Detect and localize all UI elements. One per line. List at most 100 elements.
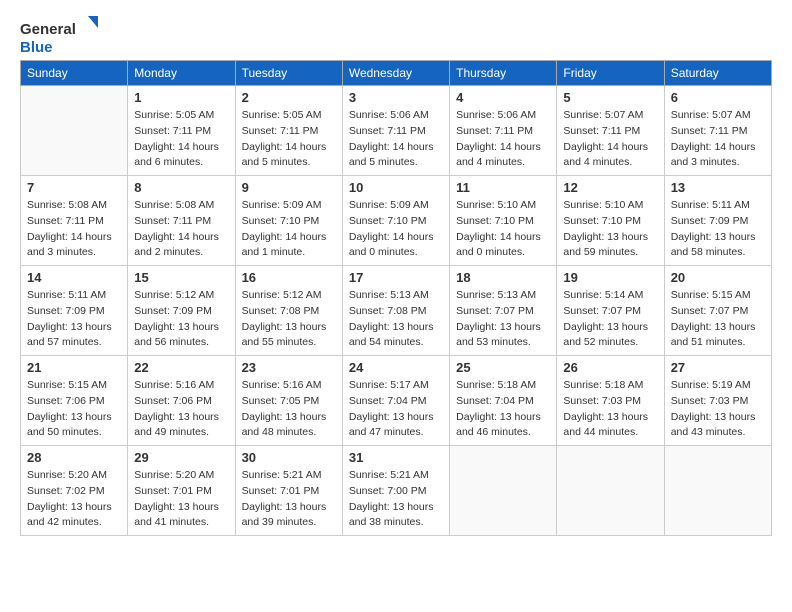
col-header-wednesday: Wednesday (342, 61, 449, 86)
calendar-cell (557, 446, 664, 536)
day-number: 30 (242, 450, 336, 465)
day-info: Sunrise: 5:19 AMSunset: 7:03 PMDaylight:… (671, 378, 765, 441)
day-number: 9 (242, 180, 336, 195)
day-number: 18 (456, 270, 550, 285)
calendar-cell: 20 Sunrise: 5:15 AMSunset: 7:07 PMDayligh… (664, 266, 771, 356)
calendar-cell: 15 Sunrise: 5:12 AMSunset: 7:09 PMDayligh… (128, 266, 235, 356)
day-number: 12 (563, 180, 657, 195)
col-header-thursday: Thursday (450, 61, 557, 86)
day-number: 16 (242, 270, 336, 285)
calendar-table: SundayMondayTuesdayWednesdayThursdayFrid… (20, 60, 772, 536)
day-info: Sunrise: 5:21 AMSunset: 7:00 PMDaylight:… (349, 468, 443, 531)
day-number: 24 (349, 360, 443, 375)
col-header-friday: Friday (557, 61, 664, 86)
calendar-cell: 1 Sunrise: 5:05 AMSunset: 7:11 PMDaylight… (128, 86, 235, 176)
day-number: 17 (349, 270, 443, 285)
day-info: Sunrise: 5:09 AMSunset: 7:10 PMDaylight:… (242, 198, 336, 261)
week-row-1: 1 Sunrise: 5:05 AMSunset: 7:11 PMDaylight… (21, 86, 772, 176)
day-info: Sunrise: 5:12 AMSunset: 7:09 PMDaylight:… (134, 288, 228, 351)
svg-text:Blue: Blue (20, 39, 53, 56)
day-number: 4 (456, 90, 550, 105)
day-number: 28 (27, 450, 121, 465)
col-header-tuesday: Tuesday (235, 61, 342, 86)
day-number: 11 (456, 180, 550, 195)
calendar-cell: 14 Sunrise: 5:11 AMSunset: 7:09 PMDayligh… (21, 266, 128, 356)
day-info: Sunrise: 5:16 AMSunset: 7:06 PMDaylight:… (134, 378, 228, 441)
calendar-cell: 11 Sunrise: 5:10 AMSunset: 7:10 PMDayligh… (450, 176, 557, 266)
calendar-cell: 13 Sunrise: 5:11 AMSunset: 7:09 PMDayligh… (664, 176, 771, 266)
day-info: Sunrise: 5:07 AMSunset: 7:11 PMDaylight:… (563, 108, 657, 171)
day-number: 26 (563, 360, 657, 375)
calendar-cell: 27 Sunrise: 5:19 AMSunset: 7:03 PMDayligh… (664, 356, 771, 446)
calendar-cell: 3 Sunrise: 5:06 AMSunset: 7:11 PMDaylight… (342, 86, 449, 176)
day-number: 25 (456, 360, 550, 375)
day-number: 13 (671, 180, 765, 195)
day-info: Sunrise: 5:12 AMSunset: 7:08 PMDaylight:… (242, 288, 336, 351)
col-header-monday: Monday (128, 61, 235, 86)
day-info: Sunrise: 5:10 AMSunset: 7:10 PMDaylight:… (456, 198, 550, 261)
day-number: 29 (134, 450, 228, 465)
day-number: 5 (563, 90, 657, 105)
day-info: Sunrise: 5:13 AMSunset: 7:08 PMDaylight:… (349, 288, 443, 351)
week-row-4: 21Sunrise: 5:15 AMSunset: 7:06 PMDayligh… (21, 356, 772, 446)
week-row-5: 28 Sunrise: 5:20 AMSunset: 7:02 PMDayligh… (21, 446, 772, 536)
calendar-cell: 23Sunrise: 5:16 AMSunset: 7:05 PMDayligh… (235, 356, 342, 446)
day-info: Sunrise: 5:05 AMSunset: 7:11 PMDaylight:… (242, 108, 336, 171)
calendar-cell: 17 Sunrise: 5:13 AMSunset: 7:08 PMDayligh… (342, 266, 449, 356)
day-info: Sunrise: 5:08 AMSunset: 7:11 PMDaylight:… (27, 198, 121, 261)
day-number: 6 (671, 90, 765, 105)
calendar-cell: 25 Sunrise: 5:18 AMSunset: 7:04 PMDayligh… (450, 356, 557, 446)
day-info: Sunrise: 5:11 AMSunset: 7:09 PMDaylight:… (671, 198, 765, 261)
day-number: 3 (349, 90, 443, 105)
day-number: 15 (134, 270, 228, 285)
day-info: Sunrise: 5:08 AMSunset: 7:11 PMDaylight:… (134, 198, 228, 261)
week-row-3: 14 Sunrise: 5:11 AMSunset: 7:09 PMDayligh… (21, 266, 772, 356)
week-row-2: 7Sunrise: 5:08 AMSunset: 7:11 PMDaylight… (21, 176, 772, 266)
calendar-cell: 8 Sunrise: 5:08 AMSunset: 7:11 PMDaylight… (128, 176, 235, 266)
day-number: 1 (134, 90, 228, 105)
calendar-cell: 28 Sunrise: 5:20 AMSunset: 7:02 PMDayligh… (21, 446, 128, 536)
logo: GeneralBlue (20, 16, 100, 56)
day-info: Sunrise: 5:09 AMSunset: 7:10 PMDaylight:… (349, 198, 443, 261)
calendar-cell: 22 Sunrise: 5:16 AMSunset: 7:06 PMDayligh… (128, 356, 235, 446)
page-header: GeneralBlue (20, 16, 772, 56)
calendar-cell: 2 Sunrise: 5:05 AMSunset: 7:11 PMDaylight… (235, 86, 342, 176)
calendar-cell (450, 446, 557, 536)
day-number: 10 (349, 180, 443, 195)
calendar-cell: 6Sunrise: 5:07 AMSunset: 7:11 PMDaylight… (664, 86, 771, 176)
calendar-cell: 26 Sunrise: 5:18 AMSunset: 7:03 PMDayligh… (557, 356, 664, 446)
day-number: 20 (671, 270, 765, 285)
day-info: Sunrise: 5:18 AMSunset: 7:04 PMDaylight:… (456, 378, 550, 441)
calendar-cell: 31 Sunrise: 5:21 AMSunset: 7:00 PMDayligh… (342, 446, 449, 536)
calendar-cell: 12Sunrise: 5:10 AMSunset: 7:10 PMDayligh… (557, 176, 664, 266)
day-info: Sunrise: 5:21 AMSunset: 7:01 PMDaylight:… (242, 468, 336, 531)
day-info: Sunrise: 5:18 AMSunset: 7:03 PMDaylight:… (563, 378, 657, 441)
day-info: Sunrise: 5:14 AMSunset: 7:07 PMDaylight:… (563, 288, 657, 351)
day-info: Sunrise: 5:06 AMSunset: 7:11 PMDaylight:… (349, 108, 443, 171)
calendar-cell: 10 Sunrise: 5:09 AMSunset: 7:10 PMDayligh… (342, 176, 449, 266)
calendar-cell: 16 Sunrise: 5:12 AMSunset: 7:08 PMDayligh… (235, 266, 342, 356)
day-info: Sunrise: 5:15 AMSunset: 7:06 PMDaylight:… (27, 378, 121, 441)
day-number: 8 (134, 180, 228, 195)
day-number: 27 (671, 360, 765, 375)
calendar-cell: 30 Sunrise: 5:21 AMSunset: 7:01 PMDayligh… (235, 446, 342, 536)
day-number: 31 (349, 450, 443, 465)
col-header-sunday: Sunday (21, 61, 128, 86)
day-info: Sunrise: 5:05 AMSunset: 7:11 PMDaylight:… (134, 108, 228, 171)
day-info: Sunrise: 5:11 AMSunset: 7:09 PMDaylight:… (27, 288, 121, 351)
calendar-cell: 18Sunrise: 5:13 AMSunset: 7:07 PMDayligh… (450, 266, 557, 356)
day-info: Sunrise: 5:20 AMSunset: 7:01 PMDaylight:… (134, 468, 228, 531)
calendar-cell: 4Sunrise: 5:06 AMSunset: 7:11 PMDaylight… (450, 86, 557, 176)
calendar-cell: 29 Sunrise: 5:20 AMSunset: 7:01 PMDayligh… (128, 446, 235, 536)
day-number: 2 (242, 90, 336, 105)
day-number: 22 (134, 360, 228, 375)
day-number: 19 (563, 270, 657, 285)
day-info: Sunrise: 5:17 AMSunset: 7:04 PMDaylight:… (349, 378, 443, 441)
svg-text:General: General (20, 21, 76, 38)
calendar-cell (21, 86, 128, 176)
day-info: Sunrise: 5:15 AMSunset: 7:07 PMDaylight:… (671, 288, 765, 351)
calendar-cell: 21Sunrise: 5:15 AMSunset: 7:06 PMDayligh… (21, 356, 128, 446)
col-header-saturday: Saturday (664, 61, 771, 86)
day-info: Sunrise: 5:20 AMSunset: 7:02 PMDaylight:… (27, 468, 121, 531)
day-number: 14 (27, 270, 121, 285)
